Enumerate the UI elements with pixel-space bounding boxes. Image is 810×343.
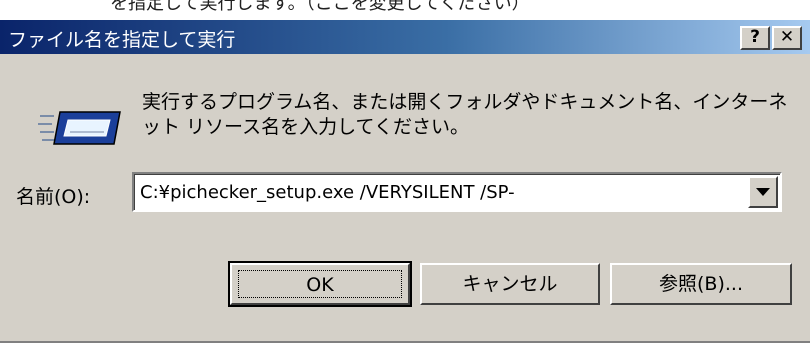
dialog-title: ファイル名を指定して実行: [8, 29, 236, 51]
close-button[interactable]: ✕: [772, 26, 802, 50]
ok-button-label: OK: [238, 270, 402, 298]
background-window-strip: を指定して実行します。（ここを変更してください）: [0, 0, 810, 20]
ok-button[interactable]: OK: [228, 261, 412, 307]
run-dialog: ファイル名を指定して実行 ? ✕ 実行するプログラム名、または開くフォルダやドキ…: [0, 20, 810, 343]
instruction-text: 実行するプログラム名、または開くフォルダやドキュメント名、インターネット リソー…: [142, 91, 788, 138]
command-input[interactable]: C:¥pichecker_setup.exe /VERYSILENT /SP-: [140, 182, 515, 203]
title-bar[interactable]: ファイル名を指定して実行 ? ✕: [0, 20, 810, 54]
command-combobox[interactable]: C:¥pichecker_setup.exe /VERYSILENT /SP-: [132, 172, 782, 212]
background-window-text: を指定して実行します。（ここを変更してください）: [110, 0, 530, 14]
chevron-down-icon: [756, 188, 770, 196]
browse-button[interactable]: 参照(B)...: [610, 263, 792, 305]
cancel-button[interactable]: キャンセル: [420, 263, 600, 305]
dropdown-arrow-button[interactable]: [748, 176, 778, 208]
run-icon: [38, 111, 121, 145]
help-button[interactable]: ?: [740, 26, 770, 50]
name-label: 名前(O):: [16, 186, 91, 208]
